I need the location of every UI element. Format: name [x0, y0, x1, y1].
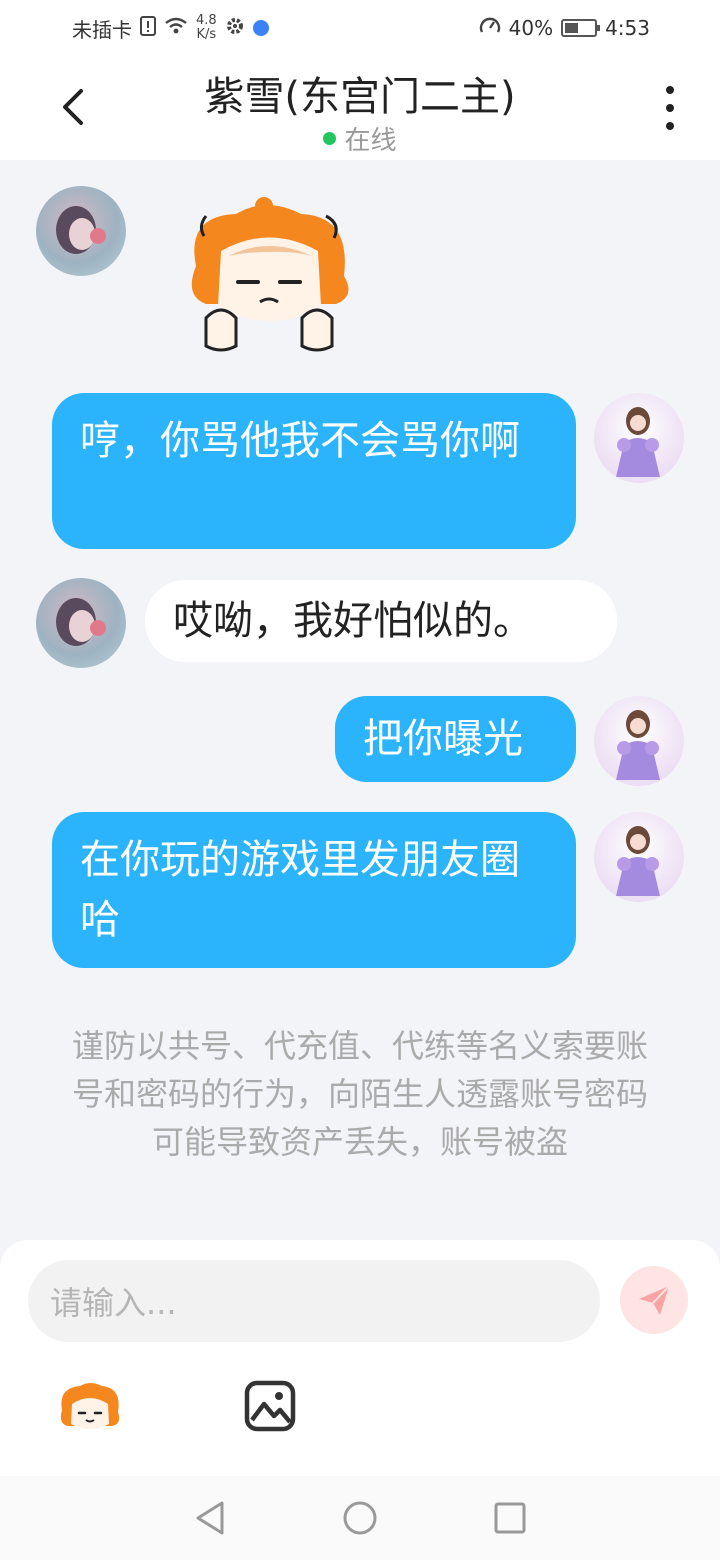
settings-gear-icon	[225, 16, 245, 41]
nav-back-button[interactable]	[190, 1498, 230, 1538]
system-nav-bar	[0, 1476, 720, 1560]
online-status: 在线	[0, 120, 720, 157]
image-button[interactable]	[244, 1380, 296, 1432]
nav-home-button[interactable]	[340, 1498, 380, 1538]
net-speed-unit: K/s	[196, 27, 217, 42]
outgoing-message-bubble[interactable]: 哼，你骂他我不会骂你啊	[52, 393, 576, 549]
more-options-button[interactable]	[658, 86, 682, 130]
orange-hair-character-sticker-icon	[191, 197, 349, 352]
outgoing-message-bubble[interactable]: 在你玩的游戏里发朋友圈哈	[52, 812, 576, 968]
data-saver-icon	[479, 16, 501, 41]
sticker-button[interactable]	[56, 1380, 124, 1436]
send-button[interactable]	[620, 1266, 688, 1334]
net-speed: 4.8 K/s	[196, 14, 217, 42]
nav-recents-button[interactable]	[490, 1498, 530, 1538]
my-avatar[interactable]	[594, 393, 684, 483]
page-title: 紫雪(东宫门二主)	[204, 74, 516, 120]
online-dot-icon	[323, 132, 337, 145]
outgoing-message-bubble[interactable]: 把你曝光	[335, 696, 576, 782]
image-icon	[244, 1380, 296, 1432]
nav-back-icon	[196, 1501, 224, 1535]
my-avatar[interactable]	[594, 696, 684, 786]
send-icon	[639, 1285, 670, 1315]
incoming-message-bubble[interactable]: 哎呦，我好怕似的。	[145, 580, 617, 662]
more-icon	[666, 86, 674, 94]
nav-home-icon	[343, 1501, 377, 1535]
status-bar: 未插卡 4.8 K/s 40% 4:53	[0, 0, 720, 56]
security-notice: 谨防以共号、代充值、代练等名义索要账号和密码的行为，向陌生人透露账号密码可能导致…	[72, 1027, 649, 1161]
chat-header: 紫雪(东宫门二主) 在线	[0, 56, 720, 160]
battery-icon	[561, 19, 601, 37]
net-speed-value: 4.8	[196, 13, 217, 28]
carrier-label: 未插卡	[72, 17, 132, 42]
sim-alert-icon	[140, 15, 156, 41]
battery-percent: 40%	[508, 16, 554, 40]
message-input[interactable]: 请输入...	[28, 1260, 600, 1342]
online-status-label: 在线	[344, 126, 397, 156]
input-panel: 请输入...	[0, 1240, 720, 1476]
clock: 4:53	[605, 16, 650, 40]
sticker-message[interactable]	[176, 196, 362, 356]
wifi-icon	[164, 16, 188, 41]
nav-recents-icon	[494, 1502, 526, 1534]
contact-avatar[interactable]	[36, 186, 126, 276]
app-notification-icon	[252, 20, 269, 36]
contact-avatar[interactable]	[36, 578, 126, 668]
emoji-sticker-icon	[60, 1383, 120, 1429]
my-avatar[interactable]	[594, 812, 684, 902]
